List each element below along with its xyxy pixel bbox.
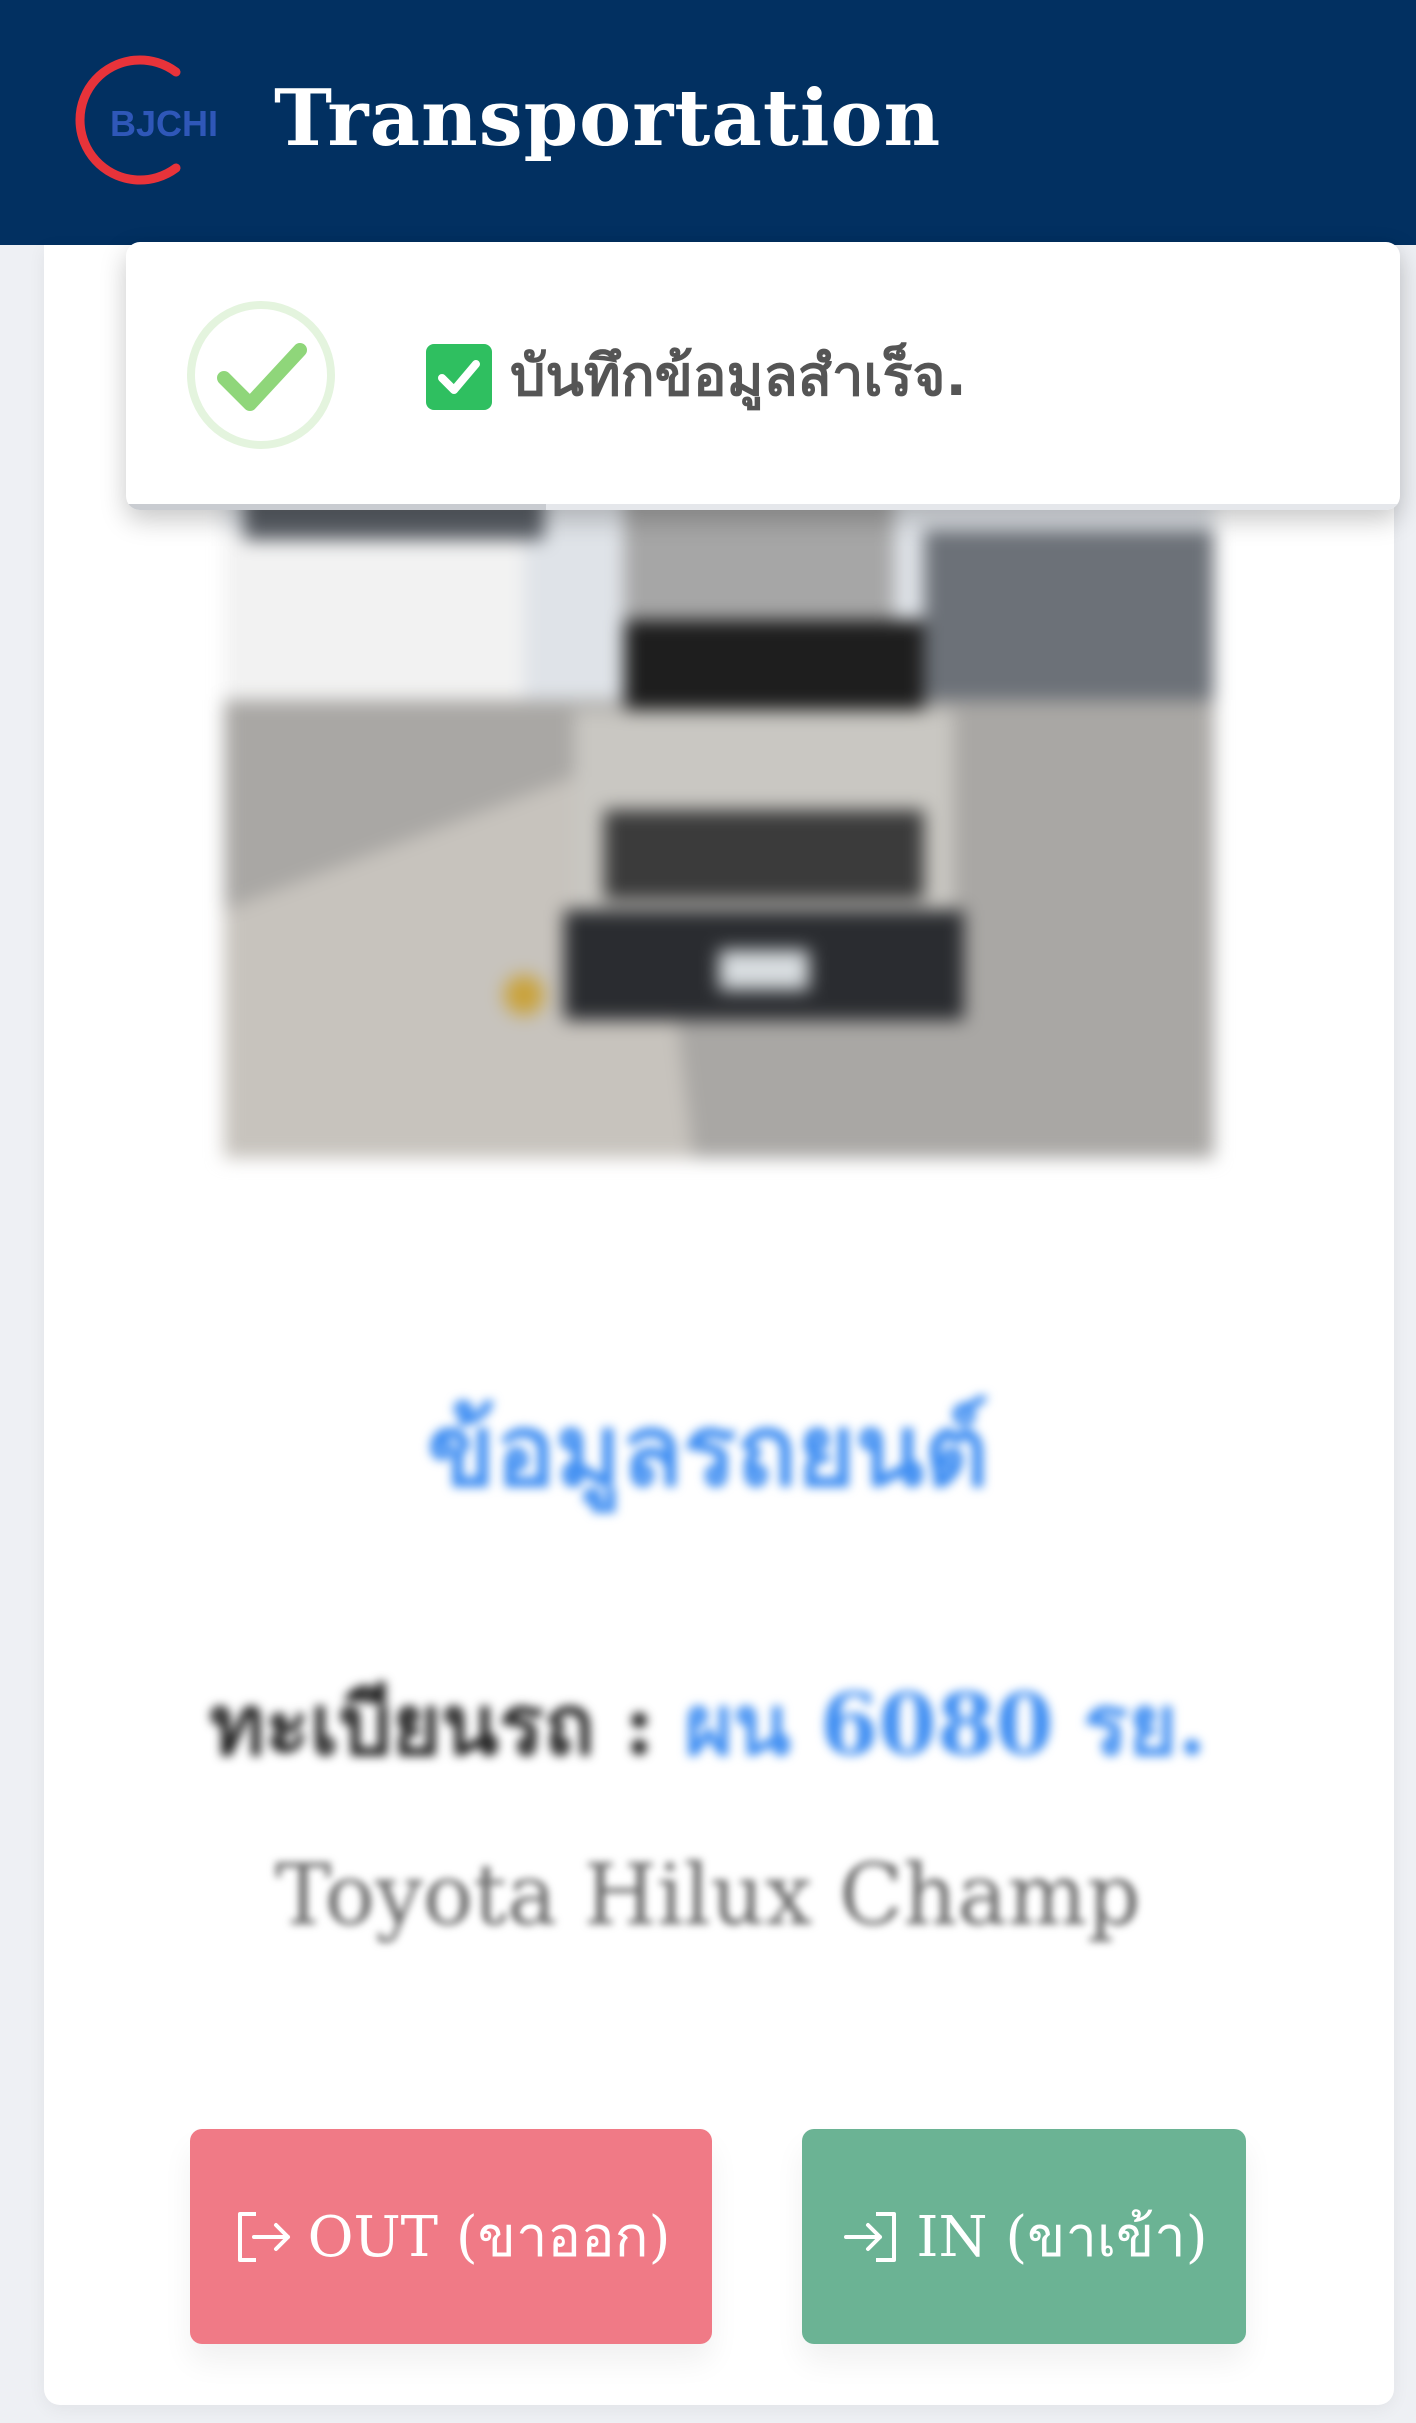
check-out-button[interactable]: OUT (ขาออก) (190, 2129, 712, 2344)
check-in-button[interactable]: IN (ขาเข้า) (802, 2129, 1246, 2344)
app-header: BJCHI Transportation (0, 0, 1416, 245)
check-out-label: OUT (ขาออก) (307, 2205, 671, 2270)
svg-text:BJCHI: BJCHI (110, 103, 218, 144)
success-toast[interactable]: บันทึกข้อมูลสำเร็จ. (126, 242, 1400, 510)
company-logo: BJCHI (58, 52, 246, 188)
checkmark-emoji-icon (426, 344, 492, 410)
toast-progress-bar (126, 504, 1400, 510)
vehicle-info-heading: ข้อมูลรถยนต์ (427, 1391, 989, 1509)
check-in-label: IN (ขาเข้า) (916, 2205, 1208, 2270)
license-plate-value: ผน 6080 รย. (684, 1675, 1207, 1774)
sign-out-icon (232, 2206, 294, 2268)
sign-in-icon (840, 2206, 902, 2268)
app-title: Transportation (274, 73, 942, 164)
vehicle-model: Toyota Hilux Champ (275, 1846, 1141, 1944)
license-plate-label: ทะเบียนรถ : (209, 1675, 655, 1774)
vehicle-photo (224, 490, 1214, 1158)
license-plate-row: ทะเบียนรถ : ผน 6080 รย. (0, 1665, 1416, 1785)
success-check-icon (186, 300, 336, 450)
toast-progress-fill (126, 504, 547, 510)
toast-message: บันทึกข้อมูลสำเร็จ. (510, 344, 967, 409)
